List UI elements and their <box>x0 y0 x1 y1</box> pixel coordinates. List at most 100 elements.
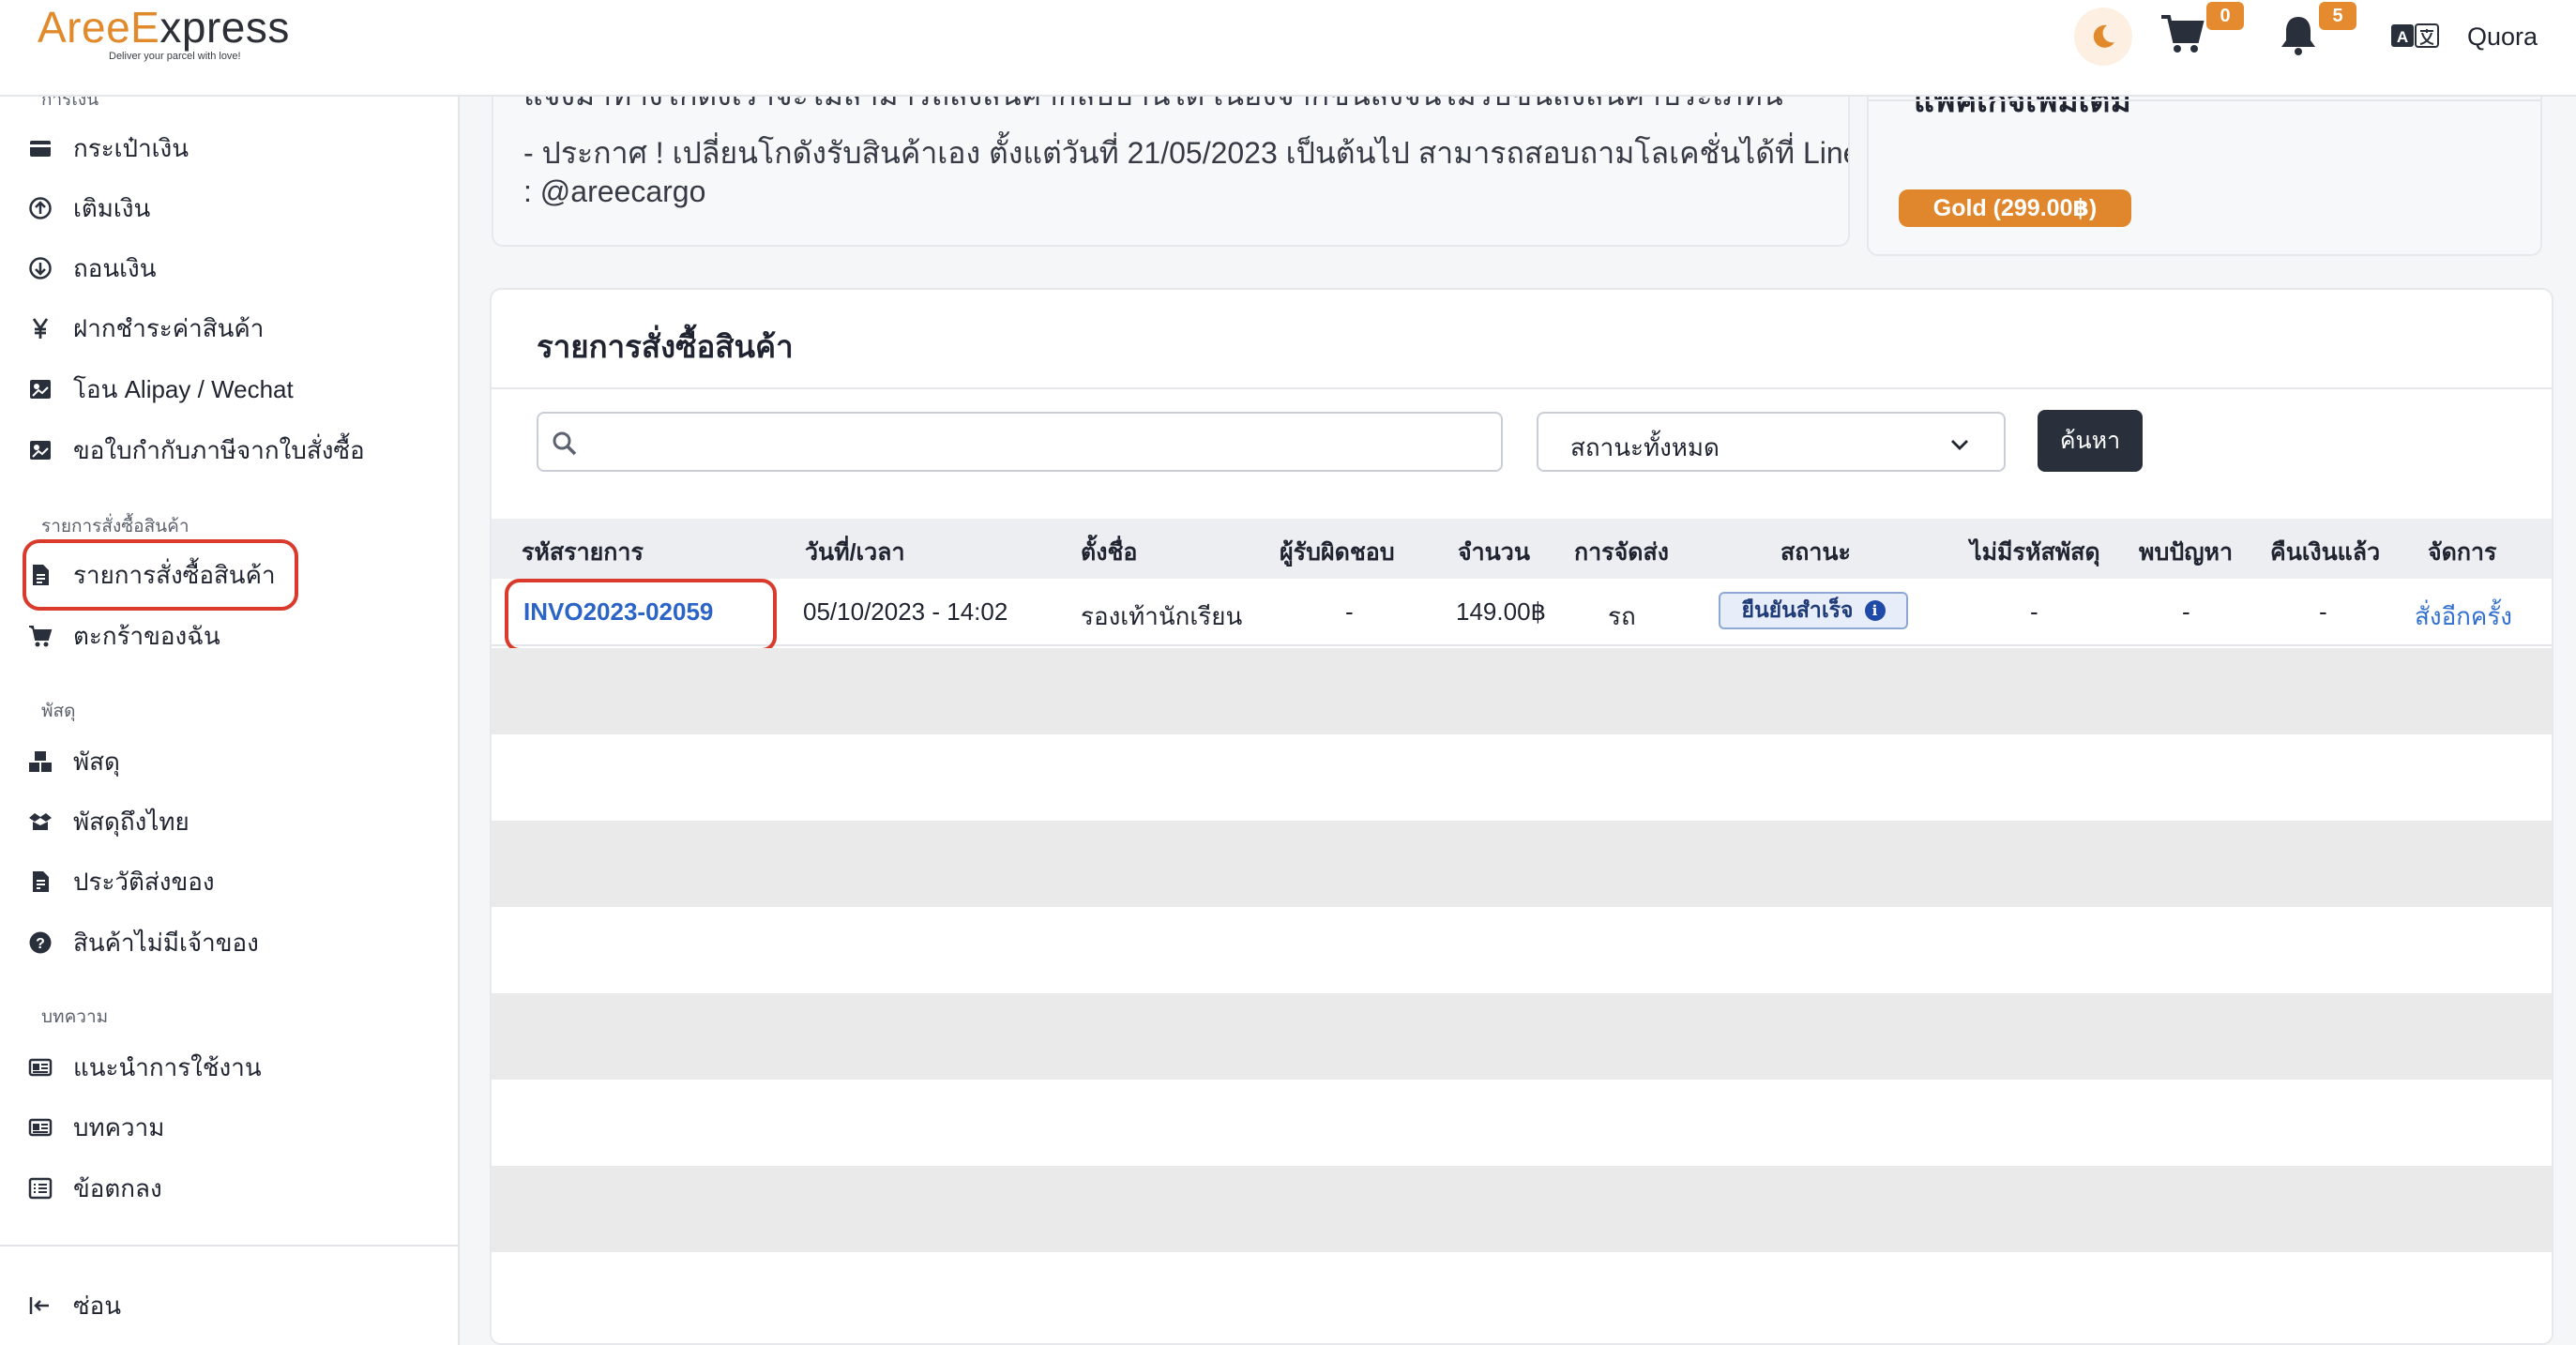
wallet-icon <box>26 134 54 162</box>
empty-row <box>492 734 2552 821</box>
order-problem: - <box>2182 597 2190 626</box>
status-filter-select[interactable]: สถานะทั้งหมด <box>1537 412 2006 472</box>
table-row: INVO2023-02059 05/10/2023 - 14:02 รองเท้… <box>492 579 2552 646</box>
sidebar: การเงิน กระเป๋าเงิน เติมเงิน ถอนเงิน ฝาก… <box>0 97 460 1345</box>
question-circle-icon: ? <box>26 929 54 957</box>
highlight-order-id <box>505 579 777 652</box>
status-filter-value: สถานะทั้งหมด <box>1570 433 1720 461</box>
sidebar-item-unclaimed[interactable]: ? สินค้าไม่มีเจ้าของ <box>26 919 439 966</box>
sidebar-item-tax-invoice[interactable]: ขอใบกำกับภาษีจากใบสั่งซื้อ <box>26 427 439 474</box>
notice-line-3: : @areecargo <box>523 174 706 208</box>
sidebar-group-orders: รายการสั่งซื้อสินค้า <box>41 517 189 536</box>
highlight-sidebar-orders <box>23 539 298 611</box>
search-input[interactable] <box>587 421 1488 462</box>
arrow-circle-up-icon <box>26 194 54 222</box>
column-header-refunded[interactable]: คืนเงินแล้ว <box>2270 534 2380 571</box>
order-datetime: 05/10/2023 - 14:02 <box>803 597 1008 626</box>
history-icon <box>26 868 54 896</box>
list-icon <box>26 1174 54 1202</box>
boxes-icon <box>26 748 54 776</box>
package-divider <box>1869 99 2540 101</box>
search-box[interactable] <box>537 412 1503 472</box>
info-icon[interactable]: i <box>1864 600 1886 621</box>
sidebar-item-shipping-history[interactable]: ประวัติส่งของ <box>26 858 439 905</box>
orders-table-header: รหัสรายการ วันที่/เวลา ตั้งชื่อ ผู้รับผิ… <box>492 519 2552 579</box>
invoice-icon <box>26 436 54 464</box>
order-name: รองเท้านักเรียน <box>1081 602 1243 630</box>
logo-text: AreeExpress <box>38 3 290 52</box>
cart-count-badge: 0 <box>2206 2 2244 30</box>
empty-row <box>492 1166 2552 1252</box>
empty-row <box>492 1080 2552 1166</box>
order-refunded: - <box>2319 597 2327 626</box>
cart-icon <box>2161 15 2205 53</box>
search-button[interactable]: ค้นหา <box>2038 410 2143 472</box>
empty-row <box>492 993 2552 1080</box>
sidebar-group-articles: บทความ <box>41 1007 109 1027</box>
svg-text:A: A <box>2397 28 2408 46</box>
sidebar-divider <box>0 1245 458 1247</box>
sidebar-item-pay-products[interactable]: ฝากชำระค่าสินค้า <box>26 305 439 352</box>
svg-text:?: ? <box>36 936 45 952</box>
column-header-status[interactable]: สถานะ <box>1780 534 1851 571</box>
column-header-amount[interactable]: จำนวน <box>1458 534 1530 571</box>
bell-icon <box>2281 17 2315 55</box>
sidebar-item-articles[interactable]: บทความ <box>26 1104 439 1151</box>
notice-line-2: - ประกาศ ! เปลี่ยนโกดังรับสินค้าเอง ตั้ง… <box>523 136 1850 170</box>
order-responsible: - <box>1345 597 1354 626</box>
cart-button[interactable] <box>2159 13 2212 60</box>
logo-tagline: Deliver your parcel with love! <box>109 51 241 62</box>
order-no-tracking: - <box>2030 597 2038 626</box>
sidebar-item-topup[interactable]: เติมเงิน <box>26 185 439 232</box>
newspaper-icon <box>26 1053 54 1081</box>
top-header: AreeExpress Deliver your parcel with lov… <box>0 0 2576 97</box>
column-header-problem[interactable]: พบปัญหา <box>2139 534 2233 571</box>
empty-row <box>492 648 2552 734</box>
search-icon <box>553 431 577 456</box>
column-header-responsible[interactable]: ผู้รับผิดชอบ <box>1280 534 1395 571</box>
sidebar-collapse-button[interactable]: ซ่อน <box>26 1282 439 1329</box>
orders-card: รายการสั่งซื้อสินค้า สถานะทั้งหมด ค้นหา … <box>490 288 2553 1345</box>
newspaper-icon <box>26 1113 54 1141</box>
sidebar-group-wallet: การเงิน <box>41 97 99 110</box>
column-header-shipping[interactable]: การจัดส่ง <box>1574 534 1669 571</box>
sidebar-item-my-cart[interactable]: ตะกร้าของฉัน <box>26 612 439 659</box>
translate-icon: A <box>2391 23 2439 48</box>
order-amount: 149.00฿ <box>1456 597 1547 626</box>
status-text: ยืนยันสำเร็จ <box>1741 597 1854 622</box>
cart-icon <box>26 622 54 650</box>
column-header-manage: จัดการ <box>2428 539 2497 566</box>
sidebar-item-parcels-thailand[interactable]: พัสดุถึงไทย <box>26 798 439 845</box>
sidebar-item-alipay-wechat[interactable]: โอน Alipay / Wechat <box>26 366 439 413</box>
column-header-name[interactable]: ตั้งชื่อ <box>1081 534 1137 571</box>
yen-icon <box>26 314 54 342</box>
transfer-icon <box>26 375 54 403</box>
sidebar-item-parcels[interactable]: พัสดุ <box>26 738 439 785</box>
status-badge[interactable]: ยืนยันสำเร็จ i <box>1719 592 1908 629</box>
gold-package-badge[interactable]: Gold (299.00฿) <box>1899 189 2131 227</box>
orders-title: รายการสั่งซื้อสินค้า <box>537 329 794 364</box>
sidebar-item-wallet[interactable]: กระเป๋าเงิน <box>26 125 439 172</box>
arrow-circle-down-icon <box>26 254 54 282</box>
sidebar-item-guide[interactable]: แนะนำการใช้งาน <box>26 1044 439 1091</box>
sidebar-group-parcels: พัสดุ <box>41 702 76 721</box>
language-button[interactable]: A <box>2390 21 2439 51</box>
sidebar-item-terms[interactable]: ข้อตกลง <box>26 1165 439 1212</box>
column-header-no-tracking[interactable]: ไม่มีรหัสพัสดุ <box>1970 534 2100 571</box>
collapse-left-icon <box>26 1292 54 1320</box>
chevron-down-icon <box>1951 440 1968 450</box>
column-header-order-id[interactable]: รหัสรายการ <box>522 534 644 571</box>
empty-row <box>492 907 2552 993</box>
sidebar-item-withdraw[interactable]: ถอนเงิน <box>26 245 439 292</box>
column-header-datetime[interactable]: วันที่/เวลา <box>805 534 905 571</box>
order-shipping: รถ <box>1608 602 1636 630</box>
orders-divider <box>492 387 2552 389</box>
empty-row <box>492 1252 2552 1338</box>
moon-icon <box>2093 24 2114 48</box>
notification-count-badge: 5 <box>2319 2 2356 30</box>
logo[interactable]: AreeExpress Deliver your parcel with lov… <box>38 0 290 75</box>
reorder-link[interactable]: สั่งอีกครั้ง <box>2415 597 2512 636</box>
dark-mode-toggle[interactable] <box>2074 8 2132 66</box>
user-name[interactable]: Quora <box>2467 23 2538 52</box>
empty-row <box>492 821 2552 907</box>
